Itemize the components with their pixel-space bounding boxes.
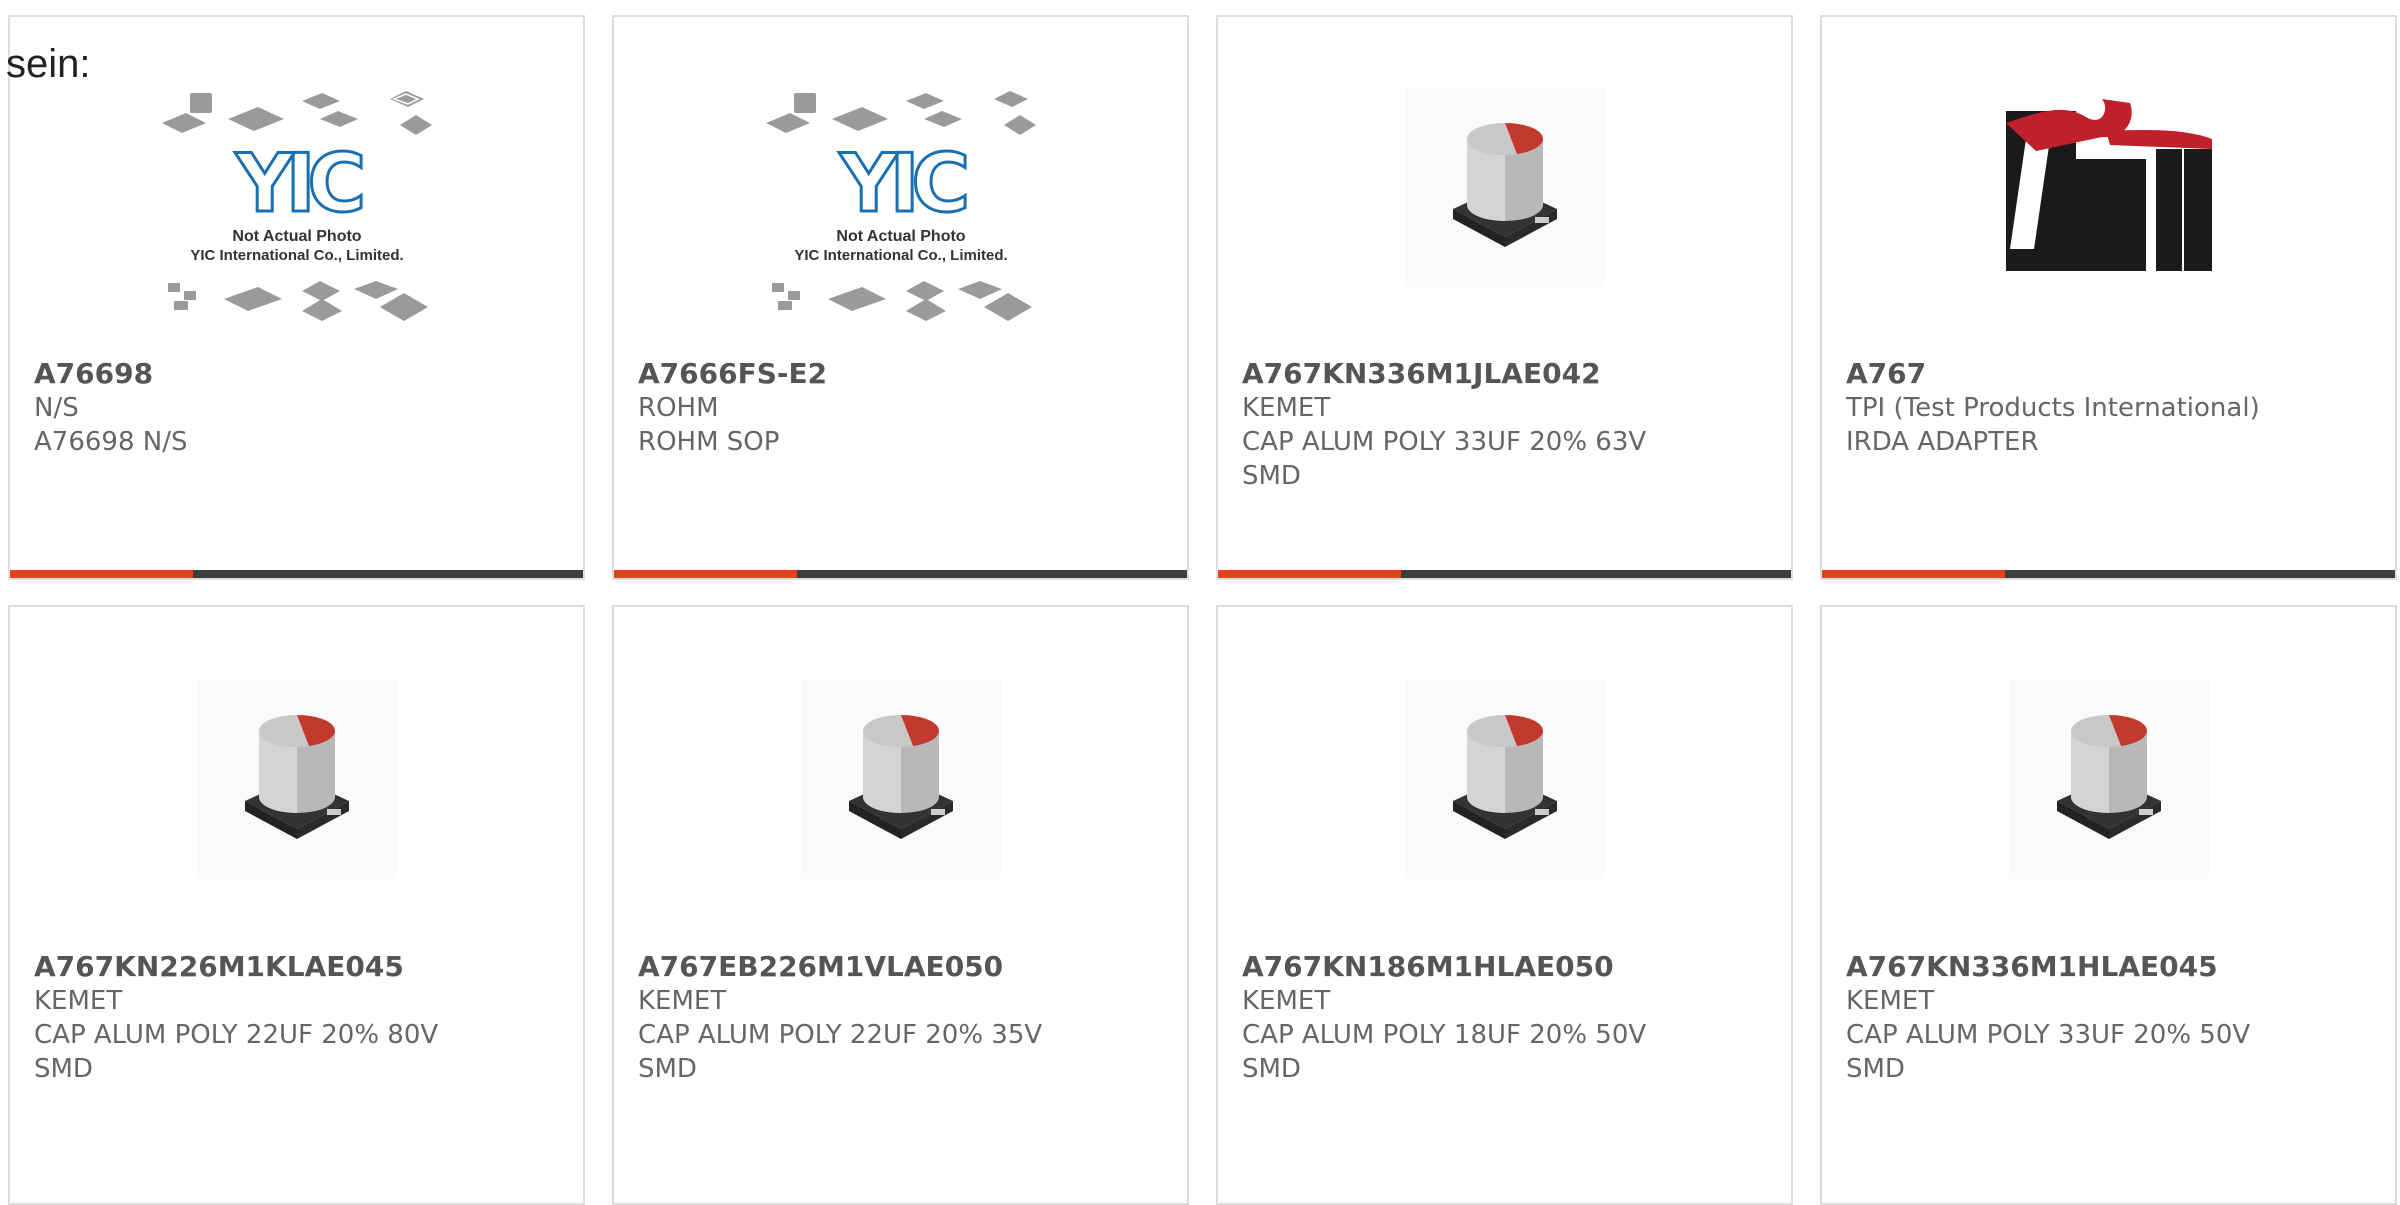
card-accent-bar: [1822, 570, 2395, 578]
manufacturer: TPI (Test Products International): [1846, 393, 2260, 423]
stray-text: sein:: [6, 42, 91, 86]
capacitor-icon: [196, 679, 397, 879]
capacitor-icon: [800, 679, 1001, 879]
manufacturer: KEMET: [1242, 393, 1331, 423]
product-info: A767KN336M1JLAE042 KEMET CAP ALUM POLY 3…: [1242, 357, 1771, 493]
card-accent-bar: [614, 570, 1187, 578]
product-info: A767KN226M1KLAE045 KEMET CAP ALUM POLY 2…: [34, 950, 563, 1086]
capacitor-icon: [1404, 679, 1605, 879]
yic-logo: YIC: [838, 137, 965, 230]
description: A76698 N/S: [34, 427, 188, 457]
product-card[interactable]: A767KN226M1KLAE045 KEMET CAP ALUM POLY 2…: [8, 605, 585, 1205]
svg-text:YIC International Co., Limited: YIC International Co., Limited.: [794, 247, 1007, 264]
product-info: A7666FS-E2 ROHM ROHM SOP: [638, 357, 1167, 459]
part-number-link[interactable]: A767KN336M1HLAE045: [1846, 950, 2375, 984]
product-card[interactable]: A767KN336M1HLAE045 KEMET CAP ALUM POLY 3…: [1820, 605, 2397, 1205]
description-line-2: SMD: [1242, 1054, 1301, 1084]
part-number-link[interactable]: A7666FS-E2: [638, 357, 1167, 391]
product-info: A767KN336M1HLAE045 KEMET CAP ALUM POLY 3…: [1846, 950, 2375, 1086]
description-line-2: SMD: [1242, 461, 1301, 491]
svg-text:YIC International Co., Limited: YIC International Co., Limited.: [190, 247, 403, 264]
product-card[interactable]: YIC Not Actual Photo YIC International C…: [612, 15, 1189, 580]
product-card[interactable]: A767EB226M1VLAE050 KEMET CAP ALUM POLY 2…: [612, 605, 1189, 1205]
product-image[interactable]: YIC Not Actual Photo YIC International C…: [10, 85, 583, 360]
yic-logo: YIC: [234, 137, 361, 230]
part-number-link[interactable]: A767KN186M1HLAE050: [1242, 950, 1771, 984]
description: CAP ALUM POLY 22UF 20% 80V: [34, 1020, 439, 1050]
product-card[interactable]: A767KN186M1HLAE050 KEMET CAP ALUM POLY 1…: [1216, 605, 1793, 1205]
card-accent-bar: [10, 570, 583, 578]
product-card[interactable]: tpi A767 TPI (Test Products Internationa…: [1820, 15, 2397, 580]
part-number-link[interactable]: A767: [1846, 357, 2375, 391]
description: CAP ALUM POLY 18UF 20% 50V: [1242, 1020, 1647, 1050]
product-info: A767EB226M1VLAE050 KEMET CAP ALUM POLY 2…: [638, 950, 1167, 1086]
product-image[interactable]: tpi: [1822, 99, 2395, 374]
description-line-2: SMD: [34, 1054, 93, 1084]
svg-text:Not Actual Photo: Not Actual Photo: [836, 228, 965, 245]
manufacturer: KEMET: [1846, 986, 1935, 1016]
capacitor-icon: [1404, 87, 1605, 287]
placeholder-image-icon: YIC Not Actual Photo YIC International C…: [765, 91, 1036, 321]
description-line-2: SMD: [638, 1054, 697, 1084]
part-number-link[interactable]: A76698: [34, 357, 563, 391]
description: CAP ALUM POLY 33UF 20% 63V: [1242, 427, 1647, 457]
product-image[interactable]: [1218, 87, 1791, 362]
product-image[interactable]: YIC Not Actual Photo YIC International C…: [614, 85, 1187, 360]
svg-text:Not Actual Photo: Not Actual Photo: [232, 228, 361, 245]
product-grid: YIC Not Actual Photo YIC International C…: [8, 15, 2400, 1205]
product-info: A76698 N/S A76698 N/S: [34, 357, 563, 459]
part-number-link[interactable]: A767EB226M1VLAE050: [638, 950, 1167, 984]
card-accent-bar: [1218, 570, 1791, 578]
manufacturer: KEMET: [1242, 986, 1331, 1016]
description: ROHM SOP: [638, 427, 780, 457]
description: IRDA ADAPTER: [1846, 427, 2039, 457]
tpi-logo-icon: tpi: [2005, 99, 2212, 271]
manufacturer: KEMET: [638, 986, 727, 1016]
description-line-2: SMD: [1846, 1054, 1905, 1084]
manufacturer: ROHM: [638, 393, 719, 423]
product-image[interactable]: [1218, 679, 1791, 954]
product-image[interactable]: [614, 679, 1187, 954]
part-number-link[interactable]: A767KN226M1KLAE045: [34, 950, 563, 984]
description: CAP ALUM POLY 22UF 20% 35V: [638, 1020, 1043, 1050]
part-number-link[interactable]: A767KN336M1JLAE042: [1242, 357, 1771, 391]
product-info: A767KN186M1HLAE050 KEMET CAP ALUM POLY 1…: [1242, 950, 1771, 1086]
product-info: A767 TPI (Test Products International) I…: [1846, 357, 2375, 459]
placeholder-image-icon: YIC Not Actual Photo YIC International C…: [161, 91, 432, 321]
product-image[interactable]: [1822, 679, 2395, 954]
product-card[interactable]: A767KN336M1JLAE042 KEMET CAP ALUM POLY 3…: [1216, 15, 1793, 580]
manufacturer: KEMET: [34, 986, 123, 1016]
product-card[interactable]: YIC Not Actual Photo YIC International C…: [8, 15, 585, 580]
description: CAP ALUM POLY 33UF 20% 50V: [1846, 1020, 2251, 1050]
product-image[interactable]: [10, 679, 583, 954]
capacitor-icon: [2008, 679, 2209, 879]
manufacturer: N/S: [34, 393, 79, 423]
